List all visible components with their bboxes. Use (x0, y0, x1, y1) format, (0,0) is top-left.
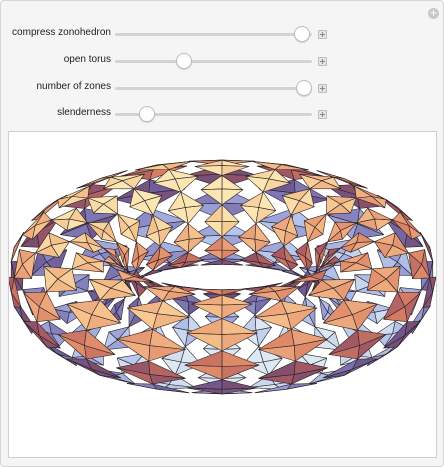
control-label: number of zones (36, 81, 112, 92)
torus-facet (274, 164, 309, 171)
torus-facet (135, 164, 170, 171)
number-of-zones-slider[interactable] (115, 87, 312, 90)
torus-facet (240, 205, 259, 224)
torus-facet (186, 379, 223, 390)
control-label: compress zonohedron (12, 27, 111, 38)
control-row-open-torus: open torus (1, 51, 444, 71)
slider-knob[interactable] (138, 106, 155, 122)
control-row-number-of-zones: number of zones (1, 78, 444, 98)
torus-facet (354, 185, 373, 199)
torus-facet (71, 185, 90, 199)
plus-square-icon[interactable] (318, 110, 327, 119)
control-label: slenderness (57, 107, 111, 118)
plus-circle-icon[interactable]: + (428, 8, 439, 19)
open-torus-slider[interactable] (115, 60, 312, 63)
torus-facet (238, 237, 257, 253)
control-panel: + compress zonohedron open torus number … (0, 0, 444, 467)
plus-square-icon[interactable] (318, 30, 327, 39)
control-row-compress-zonohedron: compress zonohedron (1, 24, 444, 44)
plus-square-icon[interactable] (318, 57, 327, 66)
slider-knob[interactable] (296, 80, 313, 96)
torus-facet (221, 379, 258, 390)
plus-square-icon[interactable] (318, 84, 327, 93)
control-label: open torus (63, 54, 111, 65)
3d-graphics-viewport[interactable] (8, 131, 437, 458)
torus-facet (185, 205, 204, 224)
compress-zonohedron-slider[interactable] (115, 33, 312, 36)
slider-knob[interactable] (175, 53, 192, 69)
zonohedral-torus-graphic[interactable] (9, 132, 436, 457)
control-row-slenderness: slenderness (1, 104, 444, 124)
slider-knob[interactable] (294, 26, 311, 42)
torus-facet (187, 237, 206, 253)
